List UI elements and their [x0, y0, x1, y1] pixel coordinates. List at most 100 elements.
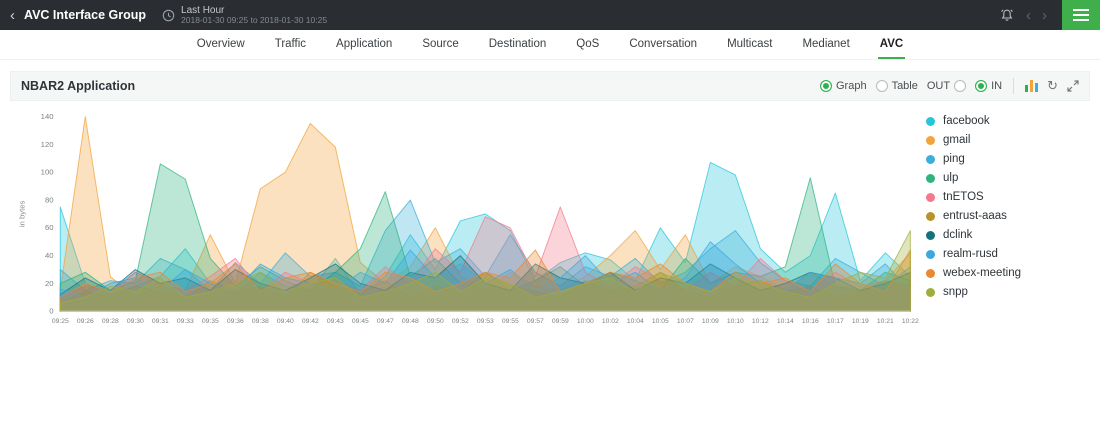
legend-item[interactable]: facebook	[926, 115, 1084, 127]
svg-text:09:45: 09:45	[352, 318, 369, 325]
prev-button[interactable]: ‹	[1026, 8, 1031, 23]
legend-dot	[926, 268, 935, 278]
tab-source[interactable]: Source	[420, 30, 460, 59]
out-toggle[interactable]: OUT	[926, 80, 967, 92]
legend-item[interactable]: ping	[926, 153, 1084, 165]
svg-text:09:36: 09:36	[227, 318, 244, 325]
legend-item[interactable]: tnETOS	[926, 191, 1084, 203]
svg-text:140: 140	[41, 112, 54, 121]
svg-text:09:26: 09:26	[77, 318, 94, 325]
panel-title: NBAR2 Application	[21, 79, 136, 93]
svg-text:09:30: 09:30	[127, 318, 144, 325]
legend-item[interactable]: snpp	[926, 286, 1084, 298]
in-label: IN	[991, 80, 1003, 92]
svg-text:09:50: 09:50	[427, 318, 444, 325]
table-toggle[interactable]: Table	[875, 80, 918, 92]
svg-text:10:09: 10:09	[702, 318, 719, 325]
bar-chart-icon[interactable]	[1025, 80, 1039, 92]
svg-text:09:55: 09:55	[502, 318, 519, 325]
clock-icon	[162, 9, 175, 22]
graph-toggle[interactable]: Graph	[819, 80, 867, 92]
table-radio[interactable]	[875, 80, 888, 92]
legend-item[interactable]: realm-rusd	[926, 248, 1084, 260]
svg-text:40: 40	[45, 251, 54, 260]
legend-dot	[926, 135, 935, 145]
time-range-selector[interactable]: Last Hour 2018-01-30 09:25 to 2018-01-30…	[181, 5, 327, 25]
legend-dot	[926, 249, 935, 259]
legend-dot	[926, 154, 935, 164]
table-label: Table	[891, 80, 918, 92]
svg-text:10:21: 10:21	[877, 318, 894, 325]
legend-item[interactable]: dclink	[926, 229, 1084, 241]
svg-text:80: 80	[45, 195, 54, 204]
top-bar: ‹ AVC Interface Group Last Hour 2018-01-…	[0, 0, 1100, 30]
svg-text:09:25: 09:25	[52, 318, 69, 325]
tab-overview[interactable]: Overview	[195, 30, 247, 59]
svg-text:09:40: 09:40	[277, 318, 294, 325]
alarm-icon[interactable]	[999, 7, 1015, 23]
svg-text:10:22: 10:22	[902, 318, 919, 325]
tab-application[interactable]: Application	[334, 30, 394, 59]
legend-label: snpp	[943, 286, 968, 298]
svg-text:09:52: 09:52	[452, 318, 469, 325]
legend-item[interactable]: gmail	[926, 134, 1084, 146]
legend-item[interactable]: ulp	[926, 172, 1084, 184]
tab-conversation[interactable]: Conversation	[627, 30, 699, 59]
svg-text:10:00: 10:00	[577, 318, 594, 325]
legend-dot	[926, 116, 935, 126]
svg-text:09:42: 09:42	[302, 318, 319, 325]
chart-svg[interactable]: 0 20 40 60 80 100 120 140 in bytes 09:25 09:26 09:2…	[14, 105, 920, 338]
page-title: AVC Interface Group	[24, 8, 147, 22]
svg-text:10:07: 10:07	[677, 318, 694, 325]
legend-dot	[926, 287, 935, 297]
svg-text:09:33: 09:33	[177, 318, 194, 325]
svg-text:09:31: 09:31	[152, 318, 169, 325]
legend-label: entrust-aaas	[943, 210, 1007, 222]
svg-text:in bytes: in bytes	[18, 200, 27, 227]
panel-header: NBAR2 Application Graph Table OUT IN ↻	[10, 71, 1090, 101]
tab-multicast[interactable]: Multicast	[725, 30, 774, 59]
legend-label: facebook	[943, 115, 990, 127]
tab-bar: Overview Traffic Application Source Dest…	[0, 30, 1100, 60]
tab-traffic[interactable]: Traffic	[273, 30, 308, 59]
svg-text:09:59: 09:59	[552, 318, 569, 325]
legend-label: dclink	[943, 229, 973, 241]
svg-text:60: 60	[45, 223, 54, 232]
tab-medianet[interactable]: Medianet	[800, 30, 851, 59]
legend-dot	[926, 192, 935, 202]
refresh-icon[interactable]: ↻	[1047, 80, 1058, 93]
out-radio[interactable]	[954, 80, 967, 92]
tab-avc[interactable]: AVC	[877, 30, 906, 59]
svg-text:20: 20	[45, 279, 54, 288]
legend-item[interactable]: webex-meeting	[926, 267, 1084, 279]
svg-text:09:38: 09:38	[252, 318, 269, 325]
legend-dot	[926, 211, 935, 221]
menu-button[interactable]	[1062, 0, 1100, 30]
area-chart[interactable]: 0 20 40 60 80 100 120 140 in bytes 09:25 09:26 09:2…	[14, 105, 920, 338]
legend-dot	[926, 173, 935, 183]
expand-icon[interactable]	[1067, 80, 1079, 92]
next-button[interactable]: ›	[1042, 8, 1047, 23]
svg-text:09:35: 09:35	[202, 318, 219, 325]
tab-destination[interactable]: Destination	[487, 30, 549, 59]
svg-text:120: 120	[41, 140, 54, 149]
in-toggle[interactable]: IN	[975, 80, 1002, 92]
legend-item[interactable]: entrust-aaas	[926, 210, 1084, 222]
tab-qos[interactable]: QoS	[574, 30, 601, 59]
nbar2-panel: NBAR2 Application Graph Table OUT IN ↻ 0…	[10, 71, 1090, 338]
svg-text:09:53: 09:53	[477, 318, 494, 325]
graph-radio[interactable]	[819, 80, 832, 92]
back-button[interactable]: ‹	[10, 8, 15, 23]
svg-text:09:48: 09:48	[402, 318, 419, 325]
out-label: OUT	[926, 80, 951, 92]
legend-dot	[926, 230, 935, 240]
in-radio[interactable]	[975, 80, 988, 92]
svg-text:10:10: 10:10	[727, 318, 744, 325]
svg-text:10:14: 10:14	[777, 318, 794, 325]
svg-text:10:19: 10:19	[852, 318, 869, 325]
svg-text:09:47: 09:47	[377, 318, 394, 325]
legend-label: gmail	[943, 134, 971, 146]
legend-label: webex-meeting	[943, 267, 1021, 279]
svg-text:09:28: 09:28	[102, 318, 119, 325]
time-range-value: 2018-01-30 09:25 to 2018-01-30 10:25	[181, 14, 328, 25]
